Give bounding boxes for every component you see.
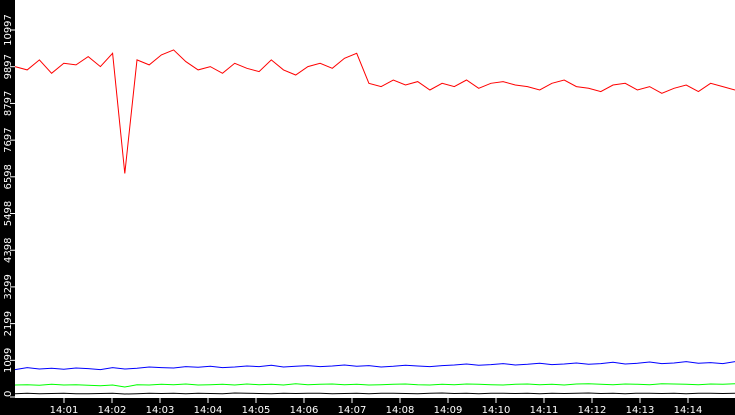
x-tick-label: 14:02: [98, 405, 127, 415]
x-tick-label: 14:09: [434, 405, 463, 415]
y-tick-label: 8797: [3, 91, 14, 116]
x-tick-label: 14:01: [50, 405, 79, 415]
line-chart: 0 1099 2199 3299 4398 5498 6598 7697 8797 9897 109…: [3, 0, 735, 415]
x-tick-label: 14:12: [578, 405, 607, 415]
plot-area: [15, 0, 735, 398]
x-tick-label: 14:05: [242, 405, 271, 415]
y-tick-label: 1099: [3, 348, 14, 373]
y-axis: 0 1099 2199 3299 4398 5498 6598 7697 8797 9897 109…: [3, 14, 15, 398]
x-tick-label: 14:07: [338, 405, 367, 415]
x-tick-label: 14:03: [146, 405, 175, 415]
x-tick-label: 14:04: [194, 405, 223, 415]
y-tick-label: 7697: [3, 127, 14, 152]
y-tick-label: 5498: [3, 201, 14, 226]
x-tick-label: 14:14: [674, 405, 703, 415]
y-tick-label: 4398: [3, 238, 14, 263]
x-tick-label: 14:10: [482, 405, 511, 415]
x-tick-label: 14:13: [626, 405, 655, 415]
y-tick-label: 6598: [3, 164, 14, 189]
x-axis: 14:01 14:02 14:03 14:04 14:05 14:06 14:07 14:08…: [50, 398, 703, 415]
x-tick-label: 14:11: [530, 405, 559, 415]
y-tick-label: 0: [3, 391, 14, 397]
y-tick-label: 3299: [3, 274, 14, 299]
y-tick-label: 10997: [3, 14, 14, 46]
y-tick-label: 2199: [3, 311, 14, 336]
x-tick-label: 14:06: [290, 405, 319, 415]
x-tick-label: 14:08: [386, 405, 415, 415]
y-tick-label: 9897: [3, 54, 14, 79]
